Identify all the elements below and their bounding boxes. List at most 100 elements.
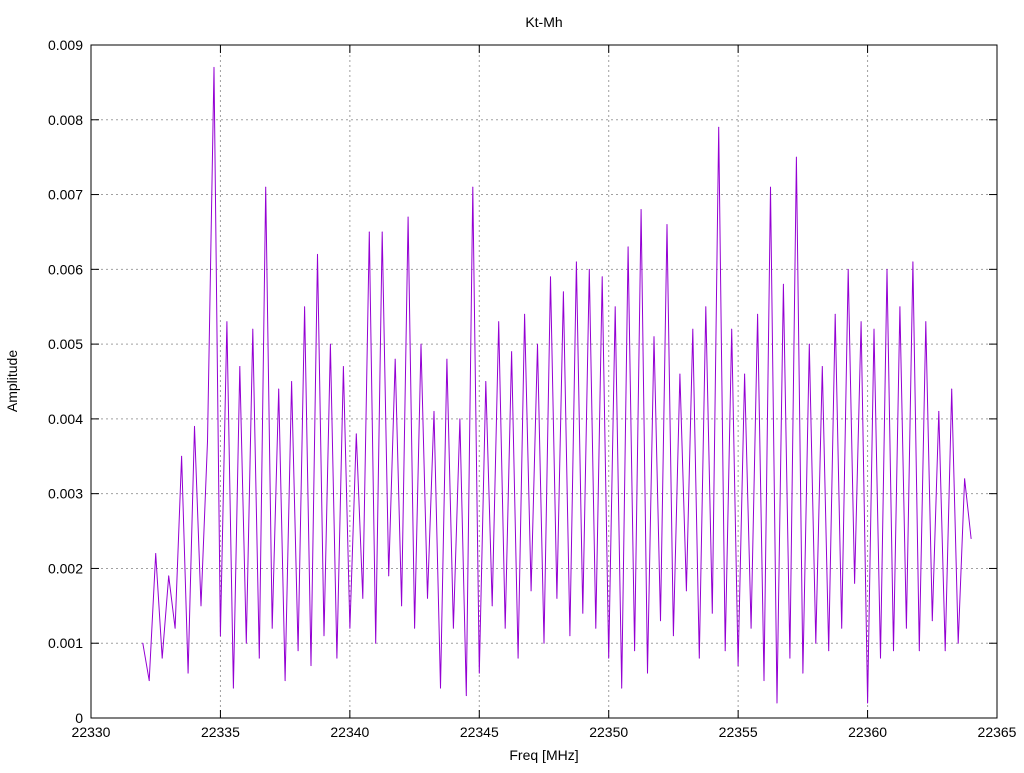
data-point: [666, 223, 668, 225]
data-point: [323, 635, 325, 637]
x-axis-label: Freq [MHz]: [509, 747, 578, 763]
data-point: [770, 186, 771, 188]
y-tick-label: 0.007: [48, 187, 83, 203]
data-point: [892, 650, 894, 652]
data-point: [187, 672, 189, 674]
data-point: [634, 650, 636, 652]
data-point: [148, 680, 150, 682]
data-point: [970, 538, 972, 540]
data-point: [951, 388, 953, 390]
data-point: [252, 328, 254, 330]
data-point: [685, 590, 687, 592]
data-point: [925, 321, 927, 323]
data-point: [537, 343, 539, 345]
y-tick-label: 0: [75, 710, 83, 726]
data-point: [219, 635, 221, 637]
data-point: [744, 373, 746, 375]
data-point: [271, 627, 273, 629]
data-point: [860, 321, 862, 323]
data-point: [653, 336, 655, 338]
data-point: [556, 597, 558, 599]
data-point: [433, 410, 435, 412]
y-tick-label: 0.003: [48, 486, 83, 502]
data-point: [886, 268, 888, 270]
data-point: [957, 642, 959, 644]
data-point: [718, 126, 720, 128]
y-axis-label: Amplitude: [4, 350, 20, 412]
data-point: [562, 291, 564, 293]
data-point: [420, 343, 422, 345]
data-point: [841, 627, 843, 629]
data-point: [317, 253, 318, 255]
ticks: 22330 22335 22340 22345 22350 22355 22360 22365…: [48, 37, 1017, 740]
data-point: [168, 575, 170, 577]
data-point: [569, 635, 571, 637]
data-point: [834, 313, 836, 315]
data-point: [265, 186, 267, 188]
data-point: [789, 657, 791, 659]
data-point: [181, 455, 183, 457]
y-tick-label: 0.004: [48, 411, 83, 427]
data-point: [692, 328, 694, 330]
data-point: [815, 642, 817, 644]
data-point: [588, 268, 590, 270]
data-point: [439, 687, 441, 689]
data-point: [258, 657, 260, 659]
data-point: [595, 627, 597, 629]
data-point: [336, 657, 338, 659]
data-point: [608, 657, 610, 659]
data-point: [880, 657, 882, 659]
data-point: [407, 216, 409, 218]
data-point: [401, 605, 403, 607]
data-point: [498, 321, 500, 323]
data-point: [278, 388, 280, 390]
data-point: [543, 642, 545, 644]
x-tick-label: 22350: [589, 724, 628, 740]
data-point: [427, 597, 429, 599]
y-tick-label: 0.001: [48, 635, 83, 651]
data-point: [329, 343, 331, 345]
data-point: [938, 410, 940, 412]
y-tick-label: 0.006: [48, 261, 83, 277]
data-point: [478, 672, 480, 674]
data-point: [213, 66, 215, 68]
data-point: [511, 351, 513, 353]
data-point: [349, 627, 351, 629]
data-point: [711, 612, 713, 614]
data-point: [459, 418, 461, 420]
data-point: [705, 306, 707, 308]
data-point: [297, 650, 299, 652]
data-point: [206, 440, 208, 442]
data-point: [782, 283, 784, 285]
data-point: [964, 478, 966, 480]
data-point: [731, 328, 733, 330]
data-point: [647, 672, 649, 674]
data-point: [342, 366, 344, 368]
data-point: [174, 627, 176, 629]
data-point: [530, 590, 532, 592]
data-point: [368, 231, 370, 233]
data-point: [918, 650, 920, 652]
x-tick-label: 22360: [848, 724, 887, 740]
data-point: [821, 366, 823, 368]
data-point: [672, 635, 674, 637]
data-point: [795, 156, 797, 158]
y-tick-label: 0.008: [48, 112, 83, 128]
data-point: [142, 642, 144, 644]
y-tick-label: 0.005: [48, 336, 83, 352]
data-point: [582, 612, 584, 614]
x-tick-label: 22335: [201, 724, 240, 740]
data-point: [310, 665, 312, 667]
y-tick-label: 0.002: [48, 560, 83, 576]
chart: 22330 22335 22340 22345 22350 22355 22360 22365…: [4, 14, 1017, 763]
data-point: [575, 261, 577, 263]
data-point: [627, 246, 629, 248]
data-point: [737, 665, 739, 667]
data-point: [362, 597, 364, 599]
data-point: [659, 620, 661, 622]
data-point: [155, 552, 157, 554]
x-tick-label: 22330: [72, 724, 111, 740]
data-point: [394, 358, 396, 360]
data-point: [388, 575, 390, 577]
chart-title: Kt-Mh: [525, 14, 562, 30]
